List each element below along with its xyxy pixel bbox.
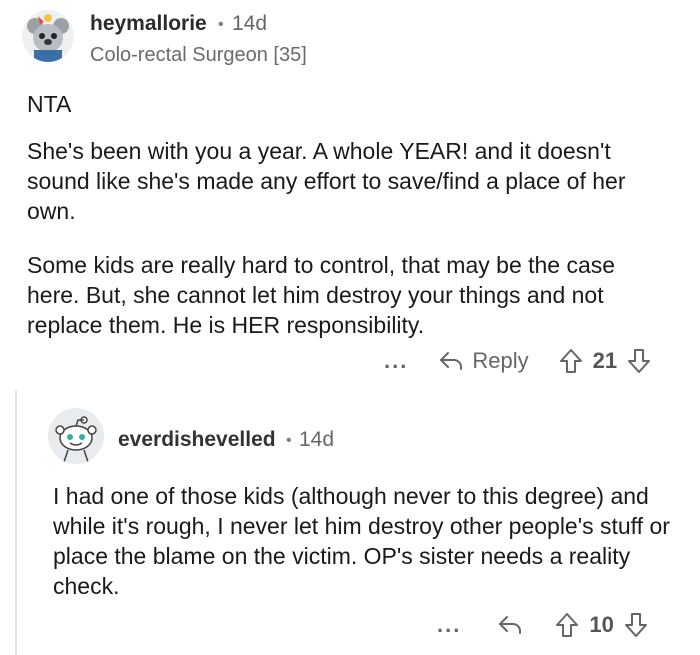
reply-button[interactable] [497, 614, 523, 636]
reply-arrow-icon [440, 352, 463, 370]
comment-paragraph: She's been with you a year. A whole YEAR… [27, 138, 626, 224]
user-avatar[interactable] [22, 10, 74, 62]
upvote-arrow-icon[interactable] [555, 612, 579, 638]
vote-controls: 21 [559, 348, 651, 374]
vote-count: 10 [589, 612, 614, 637]
vote-controls: 10 [555, 612, 647, 638]
vote-count: 21 [592, 348, 618, 373]
reply-arrow-icon [499, 616, 522, 634]
comment-author[interactable]: heymallorie [90, 12, 207, 36]
more-options-button[interactable]: ... [437, 612, 461, 638]
comment-timestamp: 14d [299, 428, 335, 451]
reply-button[interactable]: Reply [438, 348, 529, 374]
meta-separator: • [218, 16, 224, 33]
downvote-arrow-icon[interactable] [624, 612, 648, 638]
comment-actions: ... Reply 21 [384, 348, 651, 374]
downvote-arrow-icon[interactable] [627, 348, 651, 374]
user-flair: Colo-rectal Surgeon [35] [90, 44, 307, 66]
comment-timestamp: 14d [232, 12, 268, 35]
upvote-arrow-icon[interactable] [559, 348, 583, 374]
comment-author[interactable]: everdishevelled [118, 428, 276, 452]
comment-actions: ... 10 [437, 612, 648, 638]
koala-avatar-icon [22, 10, 74, 62]
user-avatar[interactable] [48, 408, 104, 464]
snoo-avatar-icon [48, 408, 104, 464]
meta-separator: • [286, 432, 292, 449]
comment-paragraph: Some kids are really hard to control, th… [27, 252, 616, 338]
thread-line[interactable] [15, 390, 17, 655]
comment-paragraph: I had one of those kids (although never … [53, 483, 670, 599]
comment-paragraph: NTA [27, 91, 72, 117]
more-options-button[interactable]: ... [384, 348, 408, 374]
reply-label: Reply [472, 348, 529, 373]
